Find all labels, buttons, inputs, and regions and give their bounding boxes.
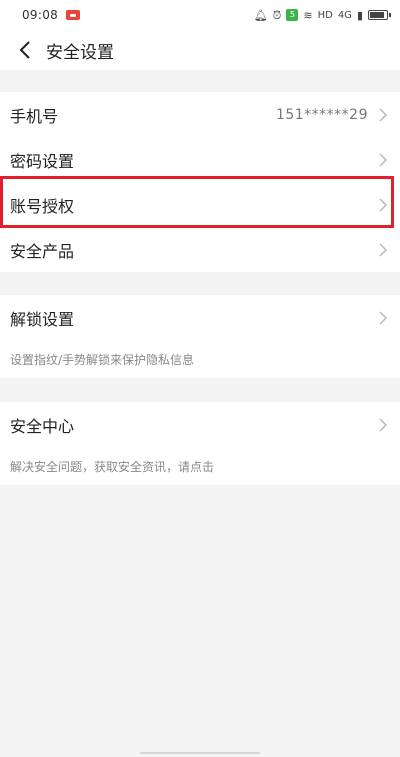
chevron-right-icon [379,310,388,325]
security-center-row[interactable]: 安全中心 [0,402,400,447]
security-center-section: 安全中心 解决安全问题，获取安全资讯，请点击 [0,402,400,485]
password-row[interactable]: 密码设置 [0,137,400,182]
status-icons: 🔔︎ ⏰︎ 5 ≋ HD 4G ▮ [253,8,391,22]
gesture-bar[interactable] [140,752,260,754]
phone-label: 手机号 [10,106,59,126]
app-badge-icon: 5 [286,9,299,21]
status-time: 09:08 [22,8,59,22]
unlock-settings-label: 解锁设置 [10,309,75,329]
chevron-right-icon [379,197,388,212]
unlock-settings-row[interactable]: 解锁设置 [0,295,400,340]
notification-icon [66,10,81,20]
bell-icon: 🔔︎ [253,8,268,22]
security-products-label: 安全产品 [10,241,75,261]
wifi-icon: ≋ [303,8,313,22]
status-bar: 09:08 🔔︎ ⏰︎ 5 ≋ HD 4G ▮ [0,0,400,30]
phone-value: 151******29 [275,106,368,123]
password-label: 密码设置 [10,151,75,171]
chevron-left-icon[interactable] [10,30,40,70]
chevron-right-icon [379,152,388,167]
phone-row[interactable]: 手机号 151******29 [0,92,400,137]
security-products-row[interactable]: 安全产品 [0,227,400,272]
page-title: 安全设置 [46,42,114,63]
chevron-right-icon [379,242,388,257]
security-center-description: 解决安全问题，获取安全资讯，请点击 [10,459,215,474]
chevron-right-icon [379,107,388,122]
account-authorization-row[interactable]: 账号授权 [0,182,400,227]
app-header: 安全设置 [0,30,400,70]
security-center-label: 安全中心 [10,416,75,436]
signal-icon: ▮ [356,8,363,22]
account-authorization-label: 账号授权 [10,196,75,216]
chevron-right-icon [379,417,388,432]
unlock-section: 解锁设置 设置指纹/手势解锁来保护隐私信息 [0,295,400,378]
alarm-icon: ⏰︎ [272,8,282,22]
signal-label: 4G [337,9,352,21]
battery-icon [368,10,391,20]
account-section: 手机号 151******29 密码设置 账号授权 安全产品 [0,92,400,272]
unlock-settings-description: 设置指纹/手势解锁来保护隐私信息 [10,352,195,367]
network-label: HD [317,9,333,21]
